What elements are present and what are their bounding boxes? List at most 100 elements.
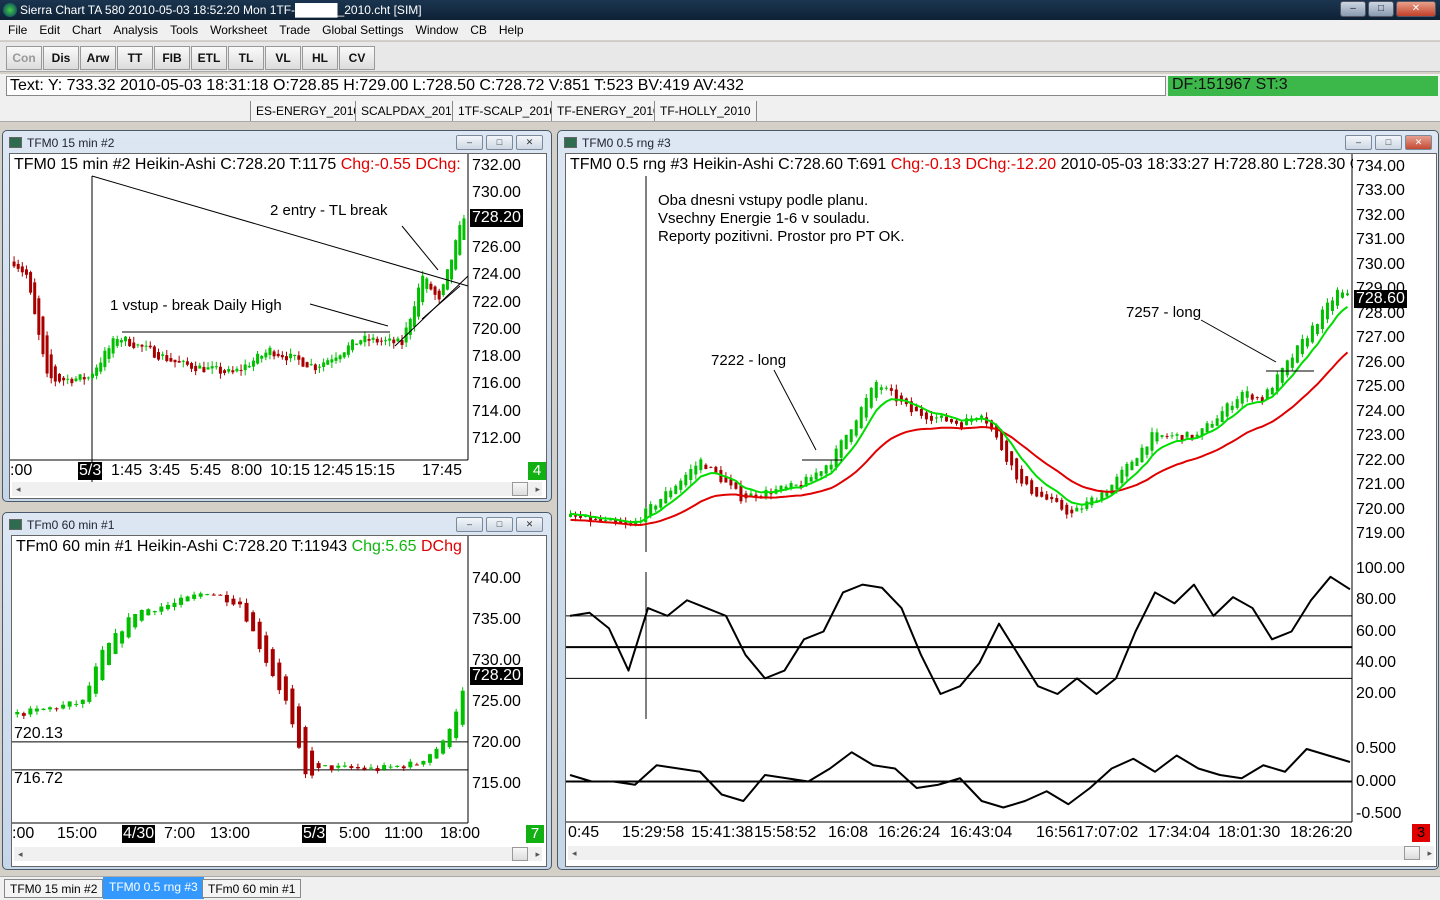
candle <box>99 357 103 375</box>
candle <box>388 333 392 347</box>
candle <box>165 350 169 363</box>
window-restore-button[interactable]: □ <box>1375 135 1402 150</box>
horizontal-scrollbar[interactable]: ◂ ▸ <box>14 847 542 861</box>
chart-area[interactable]: TFM0 15 min #2 Heikin-Ashi C:728.20 T:11… <box>9 153 547 499</box>
y-axis-label: 20.00 <box>1356 685 1397 702</box>
candle <box>699 457 703 474</box>
candle <box>427 753 432 766</box>
candle <box>414 762 419 766</box>
bottom-tab-15min[interactable]: TFM0 15 min #2 <box>4 879 104 898</box>
window-close-button[interactable]: ✕ <box>516 517 543 532</box>
menu-tools[interactable]: Tools <box>164 20 204 40</box>
minimize-button[interactable]: – <box>1340 1 1366 17</box>
candle <box>86 376 90 381</box>
menu-help[interactable]: Help <box>493 20 530 40</box>
scroll-right-arrow-icon[interactable]: ▸ <box>1427 846 1432 860</box>
candle <box>45 331 49 378</box>
candle <box>1340 289 1344 299</box>
menu-cb[interactable]: CB <box>464 20 493 40</box>
candle <box>899 392 903 405</box>
y-axis-label: 0.000 <box>1356 772 1397 790</box>
menu-worksheet[interactable]: Worksheet <box>204 20 273 40</box>
tool-hl-button[interactable]: HL <box>302 46 338 70</box>
annotation-text: 1 vstup - break Daily High <box>110 297 282 314</box>
candle <box>115 335 119 348</box>
scroll-left-arrow-icon[interactable]: ◂ <box>16 482 21 496</box>
tool-fib-button[interactable]: FIB <box>154 46 190 70</box>
scroll-thumb[interactable] <box>1404 846 1420 860</box>
horizontal-scrollbar[interactable]: ◂ ▸ <box>12 482 542 496</box>
menu-analysis[interactable]: Analysis <box>107 20 164 40</box>
candle <box>1040 486 1044 498</box>
window-minimize-button[interactable]: – <box>456 135 483 150</box>
level-label: 720.13 <box>14 724 63 742</box>
chart-area[interactable]: TFM0 0.5 rng #3 Heikin-Ashi C:728.60 T:6… <box>565 153 1437 867</box>
tool-arw-button[interactable]: Arw <box>80 46 116 70</box>
scroll-thumb[interactable] <box>512 482 528 496</box>
candle <box>1155 428 1159 445</box>
scroll-left-arrow-icon[interactable]: ◂ <box>572 846 577 860</box>
scroll-right-arrow-icon[interactable]: ▸ <box>535 847 540 861</box>
time-axis-label: 15:29:58 <box>622 824 685 841</box>
candle <box>684 471 688 488</box>
scroll-left-arrow-icon[interactable]: ◂ <box>18 847 23 861</box>
candle <box>704 463 708 470</box>
scroll-right-arrow-icon[interactable]: ▸ <box>535 482 540 496</box>
tool-cv-button[interactable]: CV <box>339 46 375 70</box>
trendline[interactable] <box>421 285 461 320</box>
candle <box>1230 401 1234 414</box>
menu-trade[interactable]: Trade <box>273 20 316 40</box>
y-axis-label: 100.00 <box>1356 560 1405 577</box>
maximize-button[interactable]: □ <box>1368 1 1394 17</box>
candle <box>679 478 683 494</box>
candle <box>1280 367 1284 386</box>
candle <box>1180 434 1184 444</box>
fast-moving-average-line <box>570 305 1349 524</box>
window-close-button[interactable]: ✕ <box>516 135 543 150</box>
chartbook-tab[interactable]: TF-HOLLY_2010 <box>654 101 757 121</box>
menu-edit[interactable]: Edit <box>33 20 66 40</box>
chart-area[interactable]: TFm0 60 min #1 Heikin-Ashi C:728.20 T:11… <box>11 535 547 867</box>
candle <box>874 379 878 401</box>
scroll-thumb[interactable] <box>512 847 528 861</box>
candle <box>103 347 107 371</box>
window-title: TFM0 0.5 rng #3 <box>564 134 671 152</box>
candle <box>66 374 70 385</box>
window-close-button[interactable]: ✕ <box>1405 135 1432 150</box>
tool-tl-button[interactable]: TL <box>228 46 264 70</box>
close-button[interactable]: ✕ <box>1396 1 1436 17</box>
tool-dis-button[interactable]: Dis <box>43 46 79 70</box>
tool-con-button[interactable]: Con <box>6 46 42 70</box>
chartbook-tab[interactable]: 1TF-SCALP_2010 <box>452 101 563 121</box>
bottom-tab-60min[interactable]: TFm0 60 min #1 <box>202 879 302 898</box>
time-axis-label: 15:00 <box>57 825 98 842</box>
menu-window[interactable]: Window <box>410 20 465 40</box>
candle <box>1185 431 1189 438</box>
candle <box>779 485 783 494</box>
candle <box>256 350 260 365</box>
chartbook-tab[interactable]: TF-ENERGY_2010 <box>551 101 666 121</box>
window-restore-button[interactable]: □ <box>486 135 513 150</box>
menu-chart[interactable]: Chart <box>66 20 107 40</box>
menu-global-settings[interactable]: Global Settings <box>316 20 409 40</box>
window-restore-button[interactable]: □ <box>486 517 513 532</box>
window-minimize-button[interactable]: – <box>456 517 483 532</box>
bottom-tab-range[interactable]: TFM0 0.5 rng #3 <box>103 877 204 899</box>
menu-file[interactable]: File <box>2 20 33 40</box>
chartbook-tab[interactable]: SCALPDAX_2010 <box>355 101 465 121</box>
y-axis-label: 722.00 <box>1356 451 1405 469</box>
candle <box>909 397 913 417</box>
window-minimize-button[interactable]: – <box>1345 135 1372 150</box>
candle <box>284 351 288 366</box>
tool-vl-button[interactable]: VL <box>265 46 301 70</box>
tool-tt-button[interactable]: TT <box>117 46 153 70</box>
time-axis-label: 3:45 <box>149 462 181 479</box>
chartbook-tab[interactable]: ES-ENERGY_2010 <box>250 101 367 121</box>
tool-etl-button[interactable]: ETL <box>191 46 227 70</box>
annotation-arrow <box>773 369 817 451</box>
candle <box>1215 414 1219 427</box>
trendline[interactable] <box>91 175 469 287</box>
candle <box>54 707 59 712</box>
candle <box>349 764 354 770</box>
horizontal-scrollbar[interactable]: ◂ ▸ <box>568 846 1434 860</box>
